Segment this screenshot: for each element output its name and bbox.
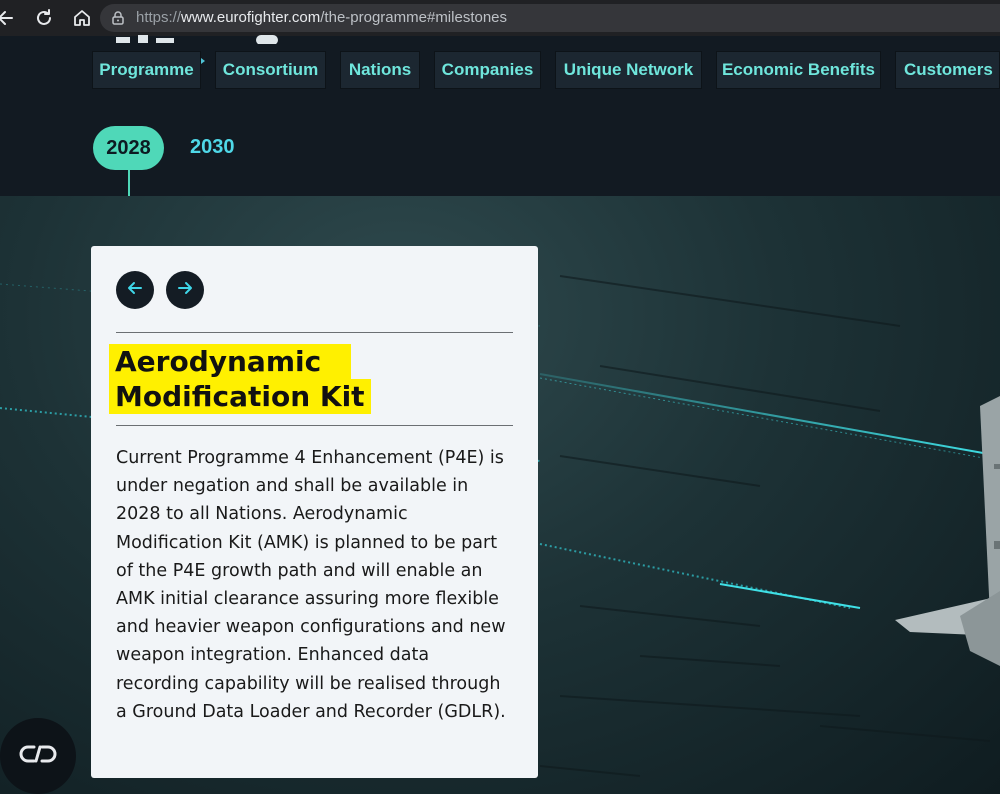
back-arrow-icon[interactable] [0, 6, 18, 30]
lock-icon[interactable] [110, 10, 126, 30]
url-text: https://www.eurofighter.com/the-programm… [136, 9, 507, 26]
link-icon [18, 743, 58, 769]
url-host: www.eurofighter.com [181, 9, 321, 26]
timeline-year-active[interactable]: 2028 [93, 126, 164, 170]
address-bar[interactable]: https://www.eurofighter.com/the-programm… [100, 4, 1000, 32]
nav-tab-unique-network[interactable]: Unique Network [555, 51, 702, 89]
home-icon[interactable] [70, 6, 94, 30]
nav-active-indicator [201, 58, 205, 64]
floating-action-button[interactable] [0, 718, 76, 794]
logo-fragment [116, 32, 286, 44]
browser-toolbar: https://www.eurofighter.com/the-programm… [0, 0, 1000, 36]
site-header: Programme Consortium Nations Companies U… [0, 35, 1000, 196]
milestone-card: Aerodynamic Modification Kit Current Pro… [91, 246, 538, 778]
nav-tab-companies[interactable]: Companies [434, 51, 541, 89]
card-title-line-1: Aerodynamic [109, 344, 352, 379]
timeline-year-next[interactable]: 2030 [190, 136, 235, 159]
page-root: https://www.eurofighter.com/the-programm… [0, 0, 1000, 794]
url-path: /the-programme#milestones [320, 9, 508, 26]
divider-top [116, 332, 513, 333]
next-button[interactable] [166, 271, 204, 309]
arrow-right-icon [176, 279, 194, 301]
reload-icon[interactable] [32, 6, 56, 30]
nav-tab-programme[interactable]: Programme [92, 51, 201, 89]
jet-silhouette [895, 396, 1000, 666]
nav-tab-economic-benefits[interactable]: Economic Benefits [716, 51, 881, 89]
card-title: Aerodynamic Modification Kit [109, 344, 519, 414]
prev-button[interactable] [116, 271, 154, 309]
url-scheme: https:// [136, 9, 182, 26]
card-title-line-2: Modification Kit [109, 379, 371, 414]
divider-bottom [116, 425, 513, 426]
nav-tab-consortium[interactable]: Consortium [215, 51, 326, 89]
card-body: Current Programme 4 Enhancement (P4E) is… [116, 448, 506, 722]
arrow-left-icon [126, 279, 144, 301]
timeline-connector [128, 170, 130, 196]
nav-tab-nations[interactable]: Nations [340, 51, 420, 89]
nav-tab-customers[interactable]: Customers [895, 51, 1000, 89]
